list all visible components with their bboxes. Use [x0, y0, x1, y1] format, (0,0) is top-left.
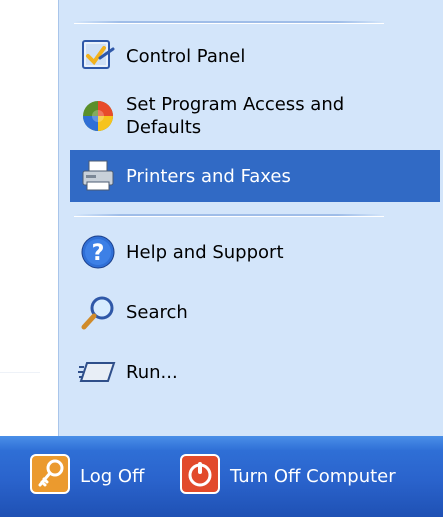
- turn-off-computer-button[interactable]: Turn Off Computer: [180, 452, 396, 500]
- menu-item-label: Set Program Access and Defaults: [126, 94, 345, 138]
- search-icon: [70, 286, 126, 338]
- key-icon: [30, 453, 70, 499]
- printer-icon: [70, 150, 126, 202]
- log-off-label: Log Off: [80, 465, 145, 487]
- svg-text:?: ?: [92, 241, 105, 266]
- power-icon: [180, 453, 220, 499]
- help-icon: ?: [70, 226, 126, 278]
- left-column: [0, 0, 58, 436]
- run-icon: [70, 346, 126, 398]
- turn-off-label: Turn Off Computer: [230, 465, 396, 487]
- menu-item-help-and-support[interactable]: ? Help and Support: [70, 226, 440, 278]
- menu-item-label: Help and Support: [126, 241, 284, 263]
- middle-separator: [74, 214, 384, 217]
- log-off-button[interactable]: Log Off: [30, 452, 144, 500]
- menu-item-label: Search: [126, 301, 188, 323]
- control-panel-icon: [70, 30, 126, 82]
- menu-item-label: Run...: [126, 361, 178, 383]
- menu-item-control-panel[interactable]: Control Panel: [70, 30, 440, 82]
- menu-item-search[interactable]: Search: [70, 286, 440, 338]
- menu-item-printers-and-faxes[interactable]: Printers and Faxes: [70, 150, 440, 202]
- menu-item-label: Control Panel: [126, 45, 246, 67]
- menu-item-label: Printers and Faxes: [126, 165, 291, 187]
- menu-item-set-program-access[interactable]: Set Program Access and Defaults: [70, 88, 440, 144]
- divider: [0, 372, 40, 373]
- program-access-icon: [70, 90, 126, 142]
- menu-item-run[interactable]: Run...: [70, 346, 440, 398]
- top-separator: [74, 21, 384, 24]
